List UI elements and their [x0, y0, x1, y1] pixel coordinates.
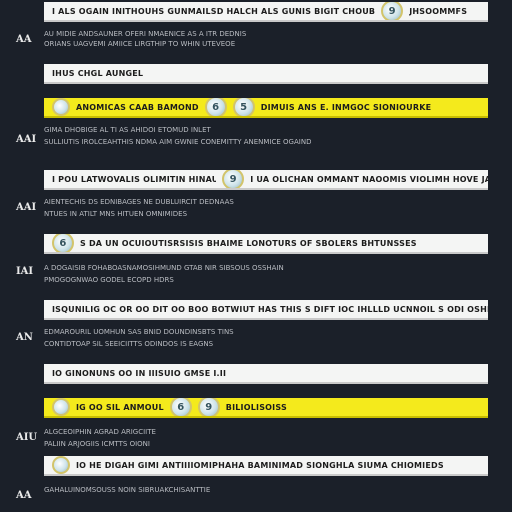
bar-text: ISQUNILIG OC OR OO DIT OO BOO BOTWIUT HA… [52, 304, 488, 314]
row-description: ALGCEOIPHIN AGRAD ARIGCIITE [44, 428, 484, 436]
row-label: AN [16, 332, 33, 343]
row-description: EDMAROURIL UOMHUN SAS BNID DOUNDINSBTS T… [44, 328, 484, 336]
row-bar[interactable]: IO GINONUNS OO IN IIISUIO GMSE I.II [44, 364, 488, 384]
bar-text: S DA UN OCUIOUTISRSISIS BHAIME LONOTURS … [80, 238, 417, 248]
row-bar[interactable]: 6 S DA UN OCUIOUTISRSISIS BHAIME LONOTUR… [44, 234, 488, 254]
bar-text: IG OO SIL ANMOUL [76, 402, 164, 412]
badge-icon: 6 [204, 98, 227, 116]
row-description-2: CONTIDTOAP SIL SEEICIITTS ODINDOS IS EAG… [44, 340, 484, 348]
desc-line-b: PMOGOGNWAO GODEL ECOPD HDRS [44, 276, 174, 284]
bar-text: ANOMICAS CAAB BAMOND [76, 102, 199, 112]
desc-line-b: CONTIDTOAP SIL SEEICIITTS ODINDOS IS EAG… [44, 340, 214, 348]
bar-tail-text: I UA OLICHAN OMMANT NAOOMIS VIOLIMH HOVE… [250, 174, 488, 184]
row-label: AA [16, 490, 32, 501]
desc-line-b: SULLIUTIS IROLCEAHTHIS NDMA AIM GWNIE CO… [44, 138, 312, 146]
row-description-2: PMOGOGNWAO GODEL ECOPD HDRS [44, 276, 484, 284]
row-bar[interactable]: IO HE DIGAH GIMI ANTIIIIOMIPHAHA BAMINIM… [44, 456, 488, 476]
row-bar[interactable]: IHUS CHGL AUNGEL [44, 64, 488, 84]
row-label: IAI [16, 266, 34, 277]
row-description: AU MIDIE ANDSAUNER OFERI NMAENICE AS A I… [44, 30, 484, 38]
row-description: A DOGAISIB FOHABOASNAMOSIHMUND GTAB NIR … [44, 264, 484, 272]
badge-icon: 6 [52, 234, 74, 252]
desc-line-a: AIENTECHIS DS EDNIBAGES NE DUBLUIRCIT DE… [44, 198, 234, 206]
bar-text: IO HE DIGAH GIMI ANTIIIIOMIPHAHA BAMINIM… [76, 460, 444, 470]
bar-text: IO GINONUNS OO IN IIISUIO GMSE I.II [52, 368, 227, 378]
row-bar[interactable]: I ALS OGAIN INITHOUHS GUNMAILSD HALCH AL… [44, 2, 488, 22]
desc-line-a: GIMA DHOBIGE AL TI AS AHIDOI ETOMUD INLE… [44, 126, 211, 134]
bar-tail-text: DIMUIS ANS E. INMGOC SIONIOURKE [260, 102, 432, 112]
desc-line-a: A DOGAISIB FOHABOASNAMOSIHMUND GTAB NIR … [44, 264, 284, 272]
row-description-2: NTUES IN ATILT MNS HITUEN OMNIMIDES [44, 210, 484, 218]
desc-line-b: PALIIN ARJOGIIS ICMTTS OIONI [44, 440, 150, 448]
badge-icon [52, 98, 70, 116]
row-description: GIMA DHOBIGE AL TI AS AHIDOI ETOMUD INLE… [44, 126, 484, 134]
desc-line-a: EDMAROURIL UOMHUN SAS BNID DOUNDINSBTS T… [44, 328, 234, 336]
row-label: AAI [16, 202, 37, 213]
bar-text: IHUS CHGL AUNGEL [52, 68, 144, 78]
bar-tail-text: JHSOOMMFS [409, 6, 468, 16]
badge-icon [52, 456, 70, 474]
row-bar[interactable]: IG OO SIL ANMOUL 6 9 BILIOLISOISS [44, 398, 488, 418]
row-description: GAHALUINOMSOUSS NOIN SIBRUAKCHISANTTIE [44, 486, 484, 494]
badge-icon: 9 [222, 170, 245, 188]
row-description-2: SULLIUTIS IROLCEAHTHIS NDMA AIM GWNIE CO… [44, 138, 484, 146]
desc-line-a: GAHALUINOMSOUSS NOIN SIBRUAKCHISANTTIE [44, 486, 211, 494]
badge-icon: 5 [232, 98, 255, 116]
badge-icon: 6 [169, 398, 192, 416]
row-bar[interactable]: ANOMICAS CAAB BAMOND 6 5 DIMUIS ANS E. I… [44, 98, 488, 118]
bar-tail-text: BILIOLISOISS [225, 402, 287, 412]
badge-icon: 9 [197, 398, 220, 416]
badge-icon: 9 [381, 2, 404, 20]
desc-line-b: NTUES IN ATILT MNS HITUEN OMNIMIDES [44, 210, 188, 218]
desc-line-a: ALGCEOIPHIN AGRAD ARIGCIITE [44, 428, 156, 436]
row-label: AA [16, 34, 32, 45]
bar-text: I POU LATWOVALIS OLIMITIN HINAULS AT DN [52, 174, 216, 184]
row-bar[interactable]: ISQUNILIG OC OR OO DIT OO BOO BOTWIUT HA… [44, 300, 488, 320]
row-description-2: ORIANS UAGVEMI AMIICE LIRGTHIP TO WHIN U… [44, 40, 484, 48]
badge-icon [52, 398, 70, 416]
desc-line-b: ORIANS UAGVEMI AMIICE LIRGTHIP TO WHIN U… [44, 40, 236, 48]
row-label: AIU [16, 432, 38, 443]
row-bar[interactable]: I POU LATWOVALIS OLIMITIN HINAULS AT DN … [44, 170, 488, 190]
row-description-2: PALIIN ARJOGIIS ICMTTS OIONI [44, 440, 484, 448]
row-description: AIENTECHIS DS EDNIBAGES NE DUBLUIRCIT DE… [44, 198, 484, 206]
row-label: AAI [16, 134, 37, 145]
bar-text: I ALS OGAIN INITHOUHS GUNMAILSD HALCH AL… [52, 6, 376, 16]
desc-line-a: AU MIDIE ANDSAUNER OFERI NMAENICE AS A I… [44, 30, 247, 38]
